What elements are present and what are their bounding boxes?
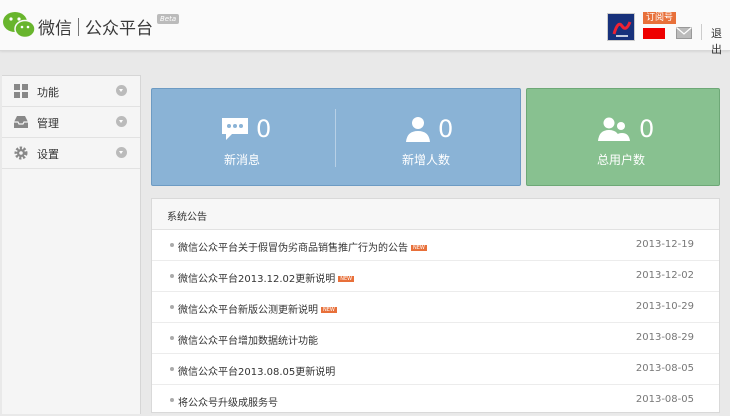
notice-link[interactable]: 微信公众平台2013.12.02更新说明 NEW (178, 270, 355, 285)
notice-title: 系统公告 (167, 212, 207, 223)
notice-date: 2013-12-02 (635, 270, 694, 281)
sidebar-item-label: 设置 (37, 148, 59, 161)
stat-total-users[interactable]: 0 总用户数 (527, 89, 721, 187)
notice-header: 系统公告 (152, 199, 719, 230)
message-bubble-icon (222, 118, 248, 140)
notice-row[interactable]: 微信公众平台关于假冒伪劣商品销售推广行为的公告 NEW 2013-12-19 (152, 230, 719, 261)
stat-label: 新增人数 (402, 153, 451, 167)
account-type-badge: 订阅号 (643, 12, 677, 24)
bullet-icon (170, 398, 174, 402)
chevron-down-icon[interactable] (116, 147, 127, 158)
account-name-redacted[interactable] (643, 28, 665, 39)
system-notice-panel: 系统公告 微信公众平台关于假冒伪劣商品销售推广行为的公告 NEW 2013-12-1… (151, 198, 720, 416)
notice-link[interactable]: 将公众号升级成服务号 (178, 394, 278, 409)
notice-text: 微信公众平台新版公测更新说明 (178, 305, 318, 316)
notice-date: 2013-08-05 (635, 394, 694, 405)
notice-text: 微信公众平台关于假冒伪劣商品销售推广行为的公告 (178, 243, 408, 254)
stat-value: 0 (256, 115, 272, 143)
logout-link[interactable]: 退出 (711, 25, 730, 57)
notice-text: 将公众号升级成服务号 (178, 398, 278, 409)
notice-row[interactable]: 微信公众平台增加数据统计功能 2013-08-29 (152, 323, 719, 354)
bullet-icon (170, 336, 174, 340)
stat-total-users-panel: 0 总用户数 (526, 88, 720, 186)
stat-value: 0 (438, 115, 454, 143)
account-avatar[interactable] (607, 13, 635, 41)
header-divider (701, 24, 702, 40)
mail-icon[interactable] (676, 27, 692, 39)
brand-product: 公众平台 (85, 19, 153, 39)
avatar-image-icon (608, 14, 634, 40)
stat-new-messages[interactable]: 0 新消息 (152, 89, 335, 187)
inbox-icon (14, 116, 28, 128)
bullet-icon (170, 305, 174, 309)
notice-row[interactable]: 微信公众平台2013.12.02更新说明 NEW 2013-12-02 (152, 261, 719, 292)
notice-row[interactable]: 微信公众平台新版公测更新说明 NEW 2013-10-29 (152, 292, 719, 323)
sidebar-item-label: 管理 (37, 117, 59, 130)
sidebar-item-label: 功能 (37, 86, 59, 99)
brand-title: 微信 公众平台 (38, 14, 153, 39)
users-icon (598, 117, 630, 141)
notice-list: 微信公众平台关于假冒伪劣商品销售推广行为的公告 NEW 2013-12-19 微信公众… (152, 230, 719, 416)
notice-link[interactable]: 微信公众平台新版公测更新说明 NEW (178, 301, 337, 316)
stat-new-users[interactable]: 0 新增人数 (336, 89, 521, 187)
notice-date: 2013-10-29 (635, 301, 694, 312)
chevron-down-icon[interactable] (116, 85, 127, 96)
bullet-icon (170, 243, 174, 247)
sidebar-item-function[interactable]: 功能 (2, 76, 140, 107)
bullet-icon (170, 367, 174, 371)
notice-text: 微信公众平台增加数据统计功能 (178, 336, 318, 347)
notice-link[interactable]: 微信公众平台关于假冒伪劣商品销售推广行为的公告 NEW (178, 239, 427, 254)
bullet-icon (170, 274, 174, 278)
notice-link[interactable]: 微信公众平台2013.08.05更新说明 (178, 363, 335, 378)
notice-date: 2013-12-19 (635, 239, 694, 250)
notice-date: 2013-08-29 (635, 332, 694, 343)
sidebar-item-settings[interactable]: 设置 (2, 138, 140, 169)
notice-link[interactable]: 微信公众平台增加数据统计功能 (178, 332, 318, 347)
notice-date: 2013-08-05 (635, 363, 694, 374)
notice-row[interactable]: 将公众号升级成服务号 2013-08-05 (152, 385, 719, 416)
stats-panel: 0 新消息 0 新增人数 (151, 88, 521, 186)
notice-row[interactable]: 微信公众平台2013.08.05更新说明 2013-08-05 (152, 354, 719, 385)
wechat-logo-icon[interactable] (2, 10, 36, 40)
brand-name: 微信 (38, 19, 72, 39)
notice-text: 微信公众平台2013.12.02更新说明 (178, 274, 336, 285)
gear-icon (14, 146, 28, 160)
user-icon (406, 117, 430, 142)
brand-separator (78, 17, 79, 36)
stat-label: 总用户数 (597, 153, 646, 167)
stat-label: 新消息 (224, 153, 261, 167)
grid-icon (14, 84, 28, 98)
top-bar: 微信 公众平台 Beta 订阅号 退出 (0, 0, 730, 56)
sidebar-item-manage[interactable]: 管理 (2, 107, 140, 138)
new-badge: NEW (411, 245, 427, 251)
notice-text: 微信公众平台2013.08.05更新说明 (178, 367, 336, 378)
beta-badge: Beta (157, 14, 180, 24)
new-badge: NEW (321, 307, 337, 313)
chevron-down-icon[interactable] (116, 116, 127, 127)
stat-value: 0 (639, 115, 655, 143)
sidebar: 功能 管理 设置 (2, 75, 141, 414)
new-badge: NEW (338, 276, 355, 282)
